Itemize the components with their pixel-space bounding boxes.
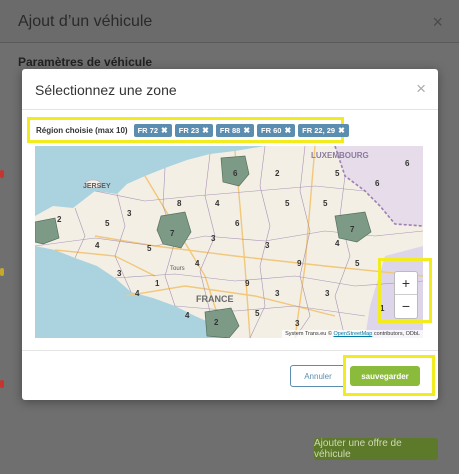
department-number: 7: [170, 229, 175, 238]
cancel-button[interactable]: Annuler: [290, 365, 346, 387]
side-indicator-red-2: [0, 380, 4, 388]
dialog-footer-divider: [22, 350, 438, 351]
region-tag[interactable]: FR 60 ✖: [257, 123, 296, 137]
zone-map[interactable]: JERSEY FRANCE LUXEMBOURG Tours 6 2 7 3 5…: [35, 146, 423, 338]
map-label-tours: Tours: [170, 266, 185, 272]
department-number: 2: [57, 215, 62, 224]
background-section-title: Paramètres de véhicule: [18, 55, 153, 69]
map-attribution: System Trans.eu © OpenStreetMap contribu…: [282, 330, 423, 338]
save-button[interactable]: sauvegarder: [350, 366, 420, 386]
department-number: 9: [297, 259, 302, 268]
department-number: 2: [275, 169, 280, 178]
department-number: 2: [214, 318, 219, 327]
map-label-jersey: JERSEY: [83, 183, 111, 190]
department-number: 5: [255, 309, 260, 318]
department-number: 4: [185, 311, 190, 320]
department-number: 3: [295, 319, 300, 328]
department-number: 8: [177, 199, 182, 208]
department-number: 5: [335, 169, 340, 178]
side-indicator-red: [0, 170, 4, 178]
region-tag[interactable]: FR 22, 29 ✖: [298, 123, 349, 137]
department-number: 5: [323, 199, 328, 208]
department-number: 5: [285, 199, 290, 208]
openstreetmap-link[interactable]: OpenStreetMap: [333, 331, 372, 337]
dialog-title: Sélectionnez une zone: [35, 82, 177, 98]
background-header: Ajout d’un véhicule ×: [0, 0, 459, 43]
map-canvas[interactable]: JERSEY FRANCE LUXEMBOURG Tours 6 2 7 3 5…: [35, 146, 423, 338]
region-tag[interactable]: FR 72 ✖: [133, 123, 172, 137]
department-number: 3: [275, 289, 280, 298]
department-number: 5: [105, 219, 110, 228]
zoom-in-button[interactable]: +: [395, 272, 417, 295]
department-number: 5: [147, 244, 152, 253]
department-number: 4: [135, 289, 140, 298]
remove-tag-icon[interactable]: ✖: [338, 126, 345, 135]
department-number: 3: [265, 241, 270, 250]
department-number: 6: [405, 159, 410, 168]
region-label: Région choisie (max 10): [36, 125, 128, 135]
zoom-out-button[interactable]: −: [395, 295, 417, 317]
department-number: 4: [335, 239, 340, 248]
background-close-icon[interactable]: ×: [432, 12, 443, 33]
department-number: 7: [350, 225, 355, 234]
remove-tag-icon[interactable]: ✖: [243, 126, 250, 135]
department-number: 9: [245, 279, 250, 288]
background-title: Ajout d’un véhicule: [18, 13, 153, 30]
department-number: 3: [127, 209, 132, 218]
zoom-control: + −: [394, 271, 418, 319]
remove-tag-icon[interactable]: ✖: [284, 126, 291, 135]
department-number: 3: [325, 289, 330, 298]
add-vehicle-offer-button[interactable]: Ajouter une offre de véhicule: [314, 438, 438, 460]
department-number: 3: [211, 234, 216, 243]
region-tag[interactable]: FR 88 ✖: [215, 123, 255, 137]
department-number: 5: [355, 259, 360, 268]
remove-tag-icon[interactable]: ✖: [202, 126, 209, 135]
region-tag[interactable]: FR 23 ✖: [174, 123, 213, 137]
department-number: 4: [195, 259, 200, 268]
department-number: 6: [235, 219, 240, 228]
side-indicator-yellow: [0, 268, 4, 276]
map-label-france: FRANCE: [196, 294, 234, 304]
department-number: 1: [155, 279, 160, 288]
department-number: 4: [215, 199, 220, 208]
department-number: 4: [95, 241, 100, 250]
zone-dialog: Sélectionnez une zone × Région choisie (…: [22, 69, 438, 400]
department-number: 3: [117, 269, 122, 278]
close-icon[interactable]: ×: [416, 79, 426, 99]
department-number: 6: [375, 179, 380, 188]
department-number: 6: [233, 169, 238, 178]
dialog-header: Sélectionnez une zone ×: [22, 69, 438, 110]
map-label-luxembourg: LUXEMBOURG: [311, 151, 369, 160]
remove-tag-icon[interactable]: ✖: [161, 126, 168, 135]
selected-regions-bar: Région choisie (max 10) FR 72 ✖ FR 23 ✖ FR…: [27, 117, 349, 143]
